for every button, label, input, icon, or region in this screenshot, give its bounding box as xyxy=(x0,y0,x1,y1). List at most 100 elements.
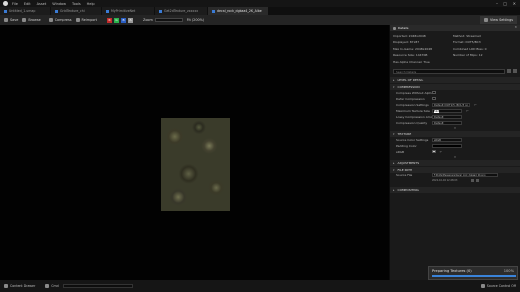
compression-quality-select[interactable]: Default xyxy=(432,120,462,125)
channel-toggles: R G B A xyxy=(105,17,134,23)
content-drawer-button[interactable]: Content Drawer xyxy=(4,284,35,288)
cmd-label: Cmd xyxy=(51,284,59,288)
reset-icon[interactable]: ↶ xyxy=(474,103,477,107)
minimize-icon[interactable]: – xyxy=(496,1,498,6)
browse-file-icon[interactable] xyxy=(471,178,475,182)
browse-button[interactable]: Browse xyxy=(22,18,41,22)
category-label: TEXTURE xyxy=(397,131,412,136)
reimport-file-icon[interactable] xyxy=(476,178,480,182)
browse-label: Browse xyxy=(28,18,41,22)
menu-tools[interactable]: Tools xyxy=(72,2,81,6)
green-channel-toggle[interactable]: G xyxy=(114,17,120,23)
menu-file[interactable]: File xyxy=(12,2,18,6)
info-resource-size: Resource Size: 1447KB xyxy=(393,53,428,58)
category-label: COMPRESSION xyxy=(397,84,420,89)
view-settings-label: View Settings xyxy=(489,18,513,22)
prop-label: Source File xyxy=(396,173,413,178)
prop-label: Compress Without Alpha xyxy=(396,90,432,95)
max-texture-size-value: 512 xyxy=(434,109,439,113)
info-displayed: Displayed: 87x87 xyxy=(393,40,420,45)
texture-icon xyxy=(55,9,58,13)
texture-info: Imported: 2048x2048 Method: Streamed Dis… xyxy=(390,31,520,66)
tab-get2dtexture[interactable]: Get2dTexture_zxxxxx xyxy=(155,7,207,15)
close-icon[interactable]: ✕ xyxy=(514,25,517,29)
prop-label: Compression Quality xyxy=(396,120,428,125)
view-settings-button[interactable]: View Settings xyxy=(479,16,517,24)
source-control-label: Source Control Off xyxy=(486,284,516,288)
compress-without-alpha-checkbox[interactable] xyxy=(432,90,436,95)
maximize-icon[interactable]: □ xyxy=(503,1,507,6)
tab-label: decal_rock_dgkaa4_2K_Albe xyxy=(217,9,262,13)
padding-color-swatch[interactable] xyxy=(432,143,462,148)
zoom-slider[interactable] xyxy=(154,18,183,22)
info-imported: Imported: 2048x2048 xyxy=(393,34,426,38)
asset-icon xyxy=(106,9,109,13)
details-panel: Details ✕ Imported: 2048x2048 Method: St… xyxy=(389,25,520,280)
show-advanced-chevron-icon[interactable]: ▾ xyxy=(390,126,520,130)
tab-myprimitive[interactable]: MyPrimitiveNet xyxy=(102,7,154,15)
unreal-logo-icon[interactable] xyxy=(3,1,8,6)
tab-gridtexture[interactable]: GridTexture_chi xyxy=(51,7,101,15)
zoom-value[interactable]: Fit (200%) xyxy=(187,18,204,22)
category-level-of-detail[interactable]: ▸ LEVEL OF DETAIL xyxy=(390,76,520,83)
red-channel-toggle[interactable]: R xyxy=(107,17,113,23)
close-window-icon[interactable]: ✕ xyxy=(513,1,516,6)
source-file-path-field[interactable]: F:/Dolts/Megascans/decal_rock_dgkaa4_2K.… xyxy=(432,173,498,178)
menu-help[interactable]: Help xyxy=(87,2,95,6)
info-max-ingame: Max In-Game: 2048x2048 xyxy=(393,46,433,51)
show-advanced-chevron-icon[interactable]: ▾ xyxy=(390,155,520,159)
reimport-button[interactable]: Reimport xyxy=(75,18,98,22)
settings-icon[interactable] xyxy=(513,69,518,74)
prop-label: Maximum Texture Size xyxy=(396,108,430,113)
menu-window[interactable]: Window xyxy=(52,2,66,6)
tab-label: Get2dTexture_zxxxxx xyxy=(164,9,199,13)
source-control-icon xyxy=(480,284,485,288)
tab-decal-rock[interactable]: decal_rock_dgkaa4_2K_Albe xyxy=(208,7,268,15)
prop-label: Defer Compression xyxy=(396,96,425,101)
compression-settings-select[interactable]: Default (DXT1/5, BC1/3 on DX11) xyxy=(432,102,470,107)
reimport-label: Reimport xyxy=(81,18,98,22)
preparing-textures-notification: Preparing Textures (0) 100% xyxy=(428,266,518,280)
texture-editor-toolbar: Save Browse Compress Reimport R G B A Zo… xyxy=(0,15,520,25)
max-texture-size-input[interactable]: 512 xyxy=(432,108,462,113)
reset-icon[interactable]: ↶ xyxy=(440,150,443,154)
texture-icon xyxy=(212,9,215,13)
alpha-channel-toggle[interactable]: A xyxy=(128,17,134,23)
texture-viewport[interactable] xyxy=(0,25,389,280)
category-compositing[interactable]: ▸ COMPOSITING xyxy=(390,186,520,193)
info-method: Method: Streamed xyxy=(453,34,481,38)
details-tab-label: Details xyxy=(398,26,409,30)
compress-button[interactable]: Compress xyxy=(48,18,72,22)
info-has-alpha: Has Alpha Channel: True xyxy=(393,59,430,64)
source-file-date: 2022-10-04 12:28:03 xyxy=(432,178,458,182)
chevron-right-icon: ▸ xyxy=(393,160,395,165)
tab-label: MyPrimitiveNet xyxy=(111,9,136,13)
srgb-checkbox[interactable] xyxy=(432,149,436,154)
category-label: FILE PATH xyxy=(397,167,413,172)
save-button[interactable]: Save xyxy=(4,18,18,22)
notification-title: Preparing Textures (0) xyxy=(432,269,472,273)
cmd-button[interactable]: Cmd xyxy=(45,284,59,288)
source-color-settings-select[interactable]: sRGB xyxy=(432,137,462,142)
chevron-right-icon: ▸ xyxy=(393,187,395,192)
info-lod-bias: Combined LOD Bias: 0 xyxy=(453,46,487,51)
tab-untitled[interactable]: Untitled_1.umap xyxy=(0,7,50,15)
menu-asset[interactable]: Asset xyxy=(37,2,47,6)
lossy-compression-select[interactable]: Default xyxy=(432,114,462,119)
filter-icon[interactable] xyxy=(507,69,512,74)
prop-label: Lossy Compression Amount xyxy=(396,114,432,119)
console-command-input[interactable] xyxy=(62,284,133,288)
texture-preview-image xyxy=(161,118,230,211)
source-control-button[interactable]: Source Control Off xyxy=(480,284,516,288)
progress-bar xyxy=(432,275,516,277)
prop-label: sRGB xyxy=(396,149,405,154)
menu-edit[interactable]: Edit xyxy=(24,2,31,6)
reset-icon[interactable]: ↶ xyxy=(466,109,469,113)
prop-label: Padding Color xyxy=(396,143,417,148)
blue-channel-toggle[interactable]: B xyxy=(121,17,127,23)
details-search-input[interactable]: Search Details xyxy=(393,68,506,74)
defer-compression-checkbox[interactable] xyxy=(432,96,436,101)
texture-icon xyxy=(159,9,162,13)
category-adjustments[interactable]: ▸ ADJUSTMENTS xyxy=(390,159,520,166)
compress-icon xyxy=(48,18,53,22)
